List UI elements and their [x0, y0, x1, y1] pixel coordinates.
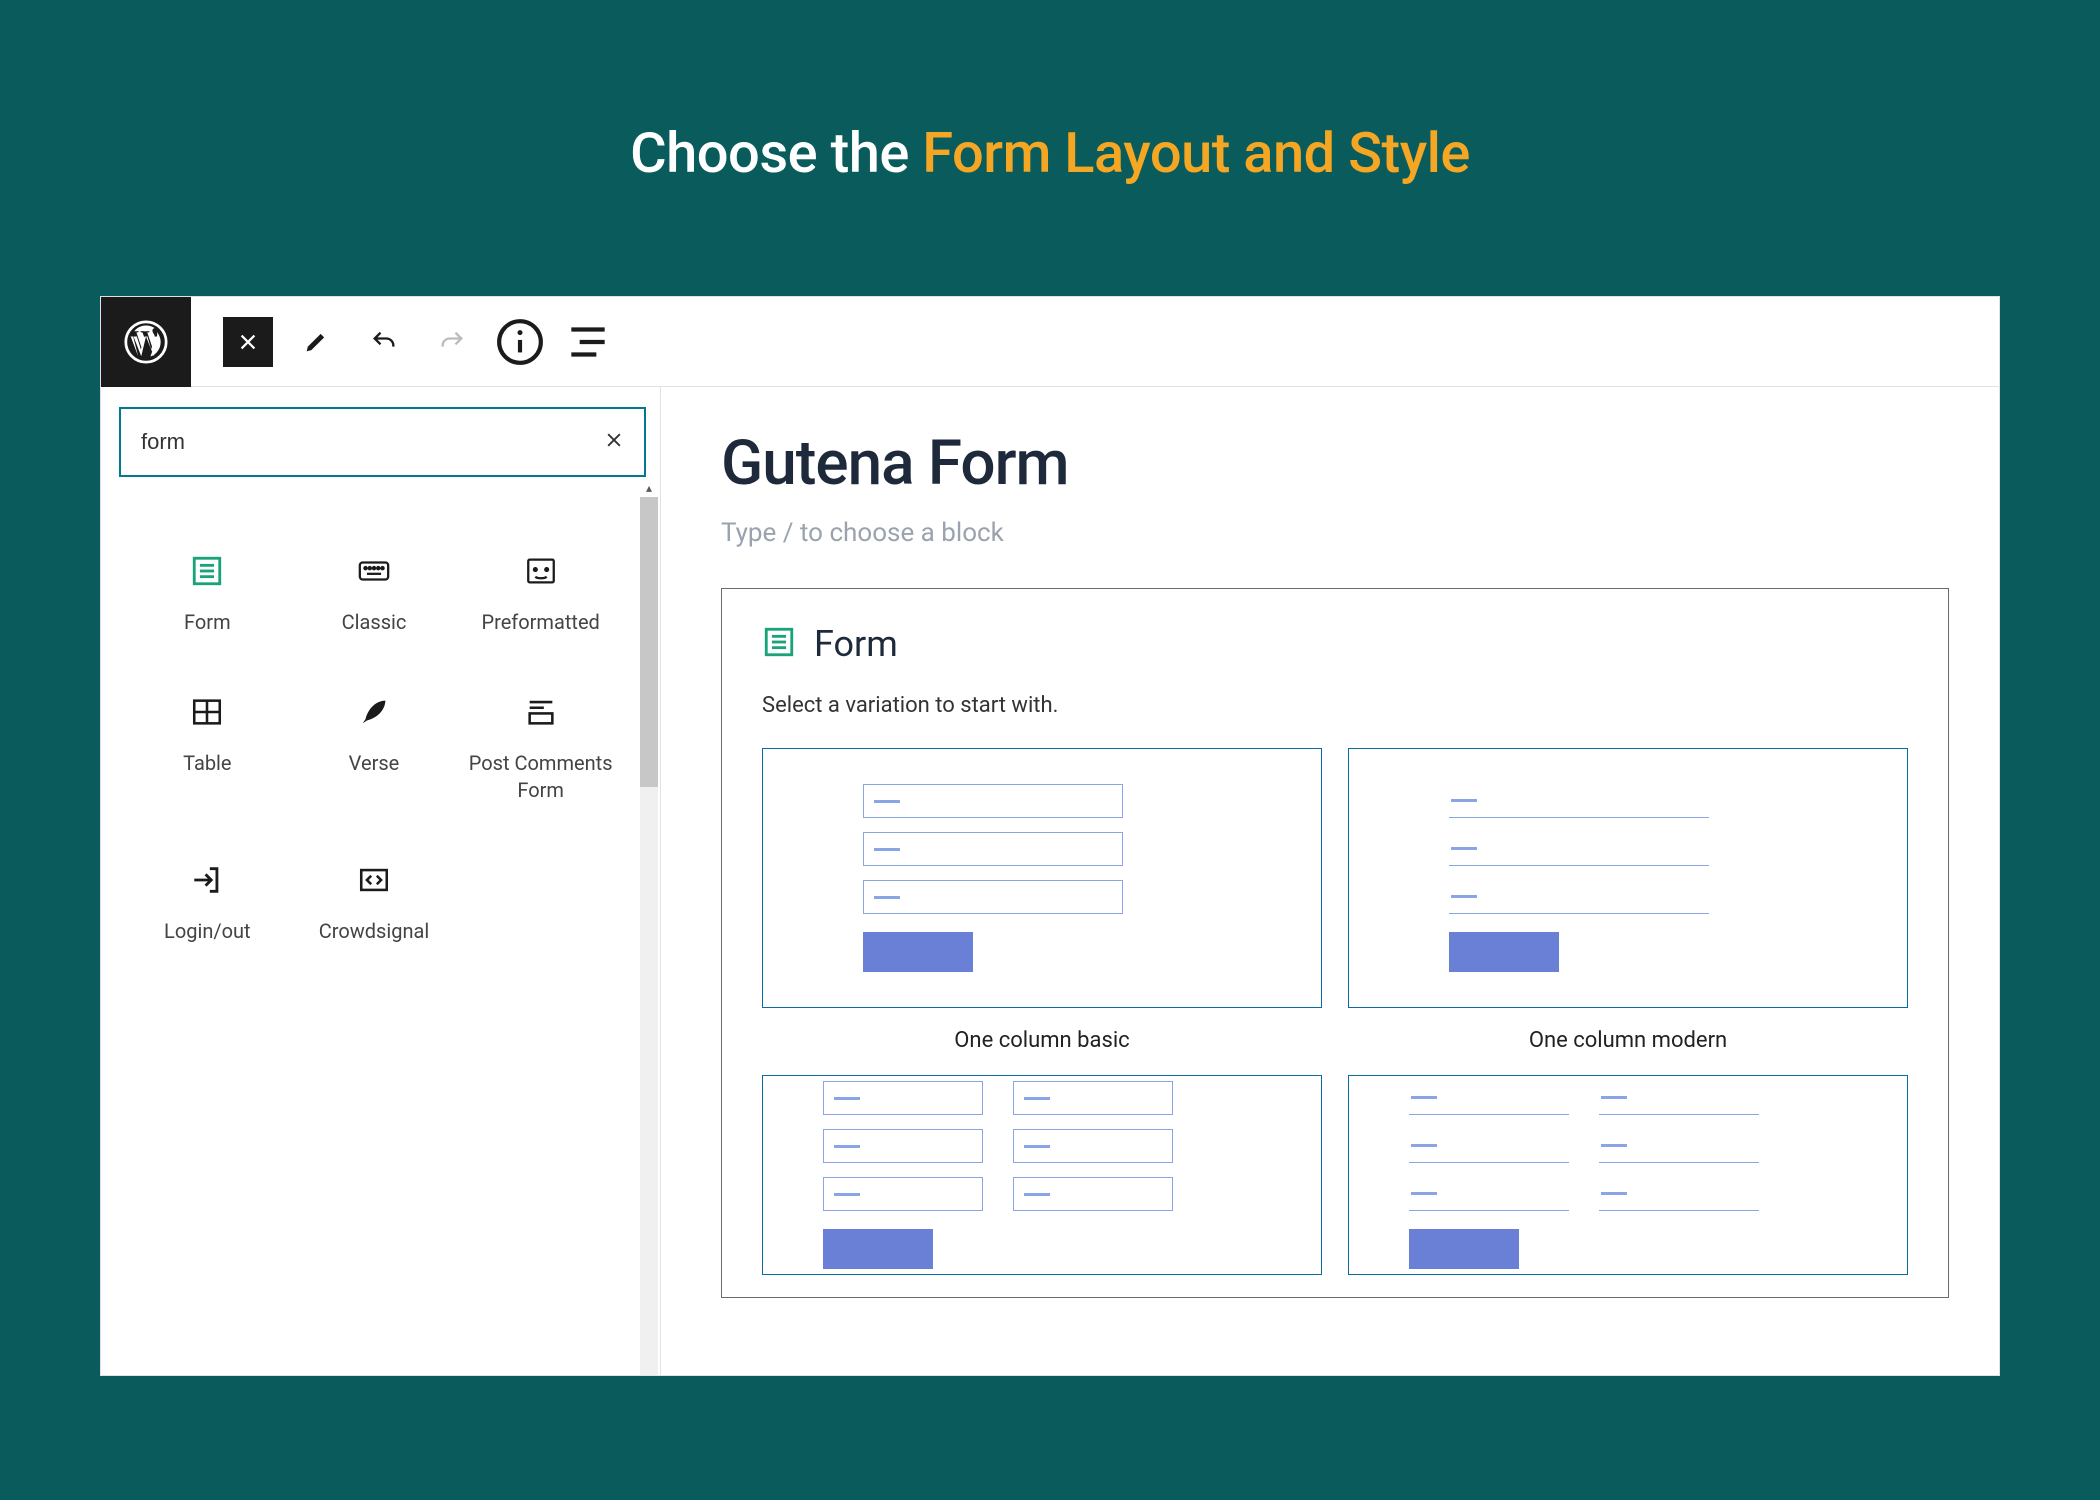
block-search-field[interactable]	[119, 407, 646, 477]
form-icon	[762, 625, 796, 663]
variation-preview	[762, 748, 1322, 1008]
block-item-label: Form	[184, 609, 231, 636]
outline-button[interactable]	[563, 317, 613, 367]
block-item-label: Verse	[349, 750, 400, 777]
redo-button[interactable]	[427, 317, 477, 367]
page-headline: Choose the Form Layout and Style	[0, 120, 2100, 186]
block-item-label: Login/out	[164, 918, 251, 945]
variation-one-column-basic[interactable]: One column basic	[762, 748, 1322, 1053]
undo-button[interactable]	[359, 317, 409, 367]
editor-toolbar	[101, 297, 1999, 387]
form-block-title: Form	[814, 623, 898, 665]
form-icon	[189, 553, 225, 589]
variation-two-column-basic[interactable]	[762, 1075, 1322, 1275]
scroll-up-arrow[interactable]: ▴	[640, 479, 658, 497]
variation-preview	[762, 1075, 1322, 1275]
block-item-preformatted[interactable]: Preformatted	[462, 527, 619, 658]
block-item-label: Crowdsignal	[319, 918, 430, 945]
feather-icon	[356, 694, 392, 730]
table-icon	[189, 694, 225, 730]
form-block-subtitle: Select a variation to start with.	[762, 693, 1908, 718]
block-item-label: Table	[183, 750, 231, 777]
block-item-label: Classic	[342, 609, 407, 636]
info-button[interactable]	[495, 317, 545, 367]
variation-two-column-modern[interactable]	[1348, 1075, 1908, 1275]
block-item-table[interactable]: Table	[129, 668, 286, 826]
wordpress-logo[interactable]	[101, 297, 191, 387]
preformatted-icon	[523, 553, 559, 589]
block-item-crowdsignal[interactable]: Crowdsignal	[296, 836, 453, 967]
login-icon	[189, 862, 225, 898]
document-title[interactable]: Gutena Form	[721, 427, 1949, 500]
variation-preview	[1348, 1075, 1908, 1275]
editor-canvas: Gutena Form Type / to choose a block For…	[661, 387, 1999, 1375]
keyboard-icon	[356, 553, 392, 589]
block-item-form[interactable]: Form	[129, 527, 286, 658]
block-inserter-panel: Form Classic Preformatted	[101, 387, 661, 1375]
block-item-login-out[interactable]: Login/out	[129, 836, 286, 967]
block-results-grid: Form Classic Preformatted	[119, 507, 629, 967]
embed-icon	[356, 862, 392, 898]
block-appender-placeholder[interactable]: Type / to choose a block	[721, 518, 1949, 548]
variation-preview	[1348, 748, 1908, 1008]
block-item-post-comments-form[interactable]: Post Comments Form	[462, 668, 619, 826]
scroll-thumb[interactable]	[640, 497, 658, 787]
edit-tool-button[interactable]	[291, 317, 341, 367]
form-block-placeholder: Form Select a variation to start with.	[721, 588, 1949, 1298]
block-item-label: Post Comments Form	[468, 750, 613, 804]
comments-form-icon	[523, 694, 559, 730]
clear-search-icon[interactable]	[604, 430, 624, 454]
search-input[interactable]	[141, 429, 604, 455]
block-item-label: Preformatted	[481, 609, 599, 636]
block-item-verse[interactable]: Verse	[296, 668, 453, 826]
close-inserter-button[interactable]	[223, 317, 273, 367]
editor-window: Form Classic Preformatted	[100, 296, 2000, 1376]
variation-one-column-modern[interactable]: One column modern	[1348, 748, 1908, 1053]
inserter-scrollbar[interactable]: ▴ ▾	[640, 497, 658, 1376]
variation-label: One column modern	[1348, 1028, 1908, 1053]
block-item-classic[interactable]: Classic	[296, 527, 453, 658]
variation-label: One column basic	[762, 1028, 1322, 1053]
